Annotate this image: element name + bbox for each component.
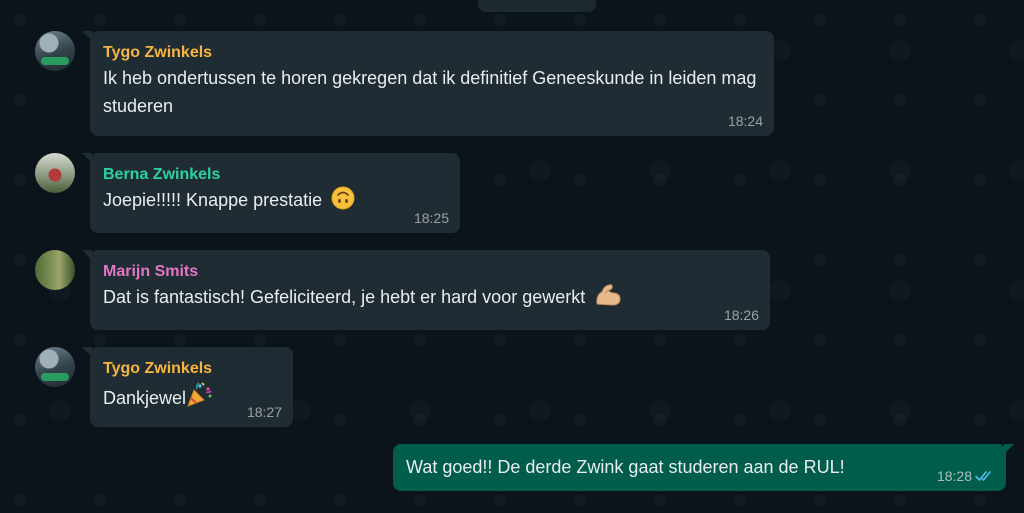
message-text: Joepie!!!!! Knappe prestatie [103, 190, 323, 210]
flexed-biceps-emoji [596, 284, 621, 306]
upside-down-face-emoji [331, 186, 355, 210]
tygo-avatar[interactable] [35, 347, 75, 387]
message-time: 18:28 [936, 468, 972, 484]
message-bubble[interactable]: Tygo Zwinkels Ik heb ondertussen te hore… [82, 31, 774, 136]
sender-name[interactable]: Marijn Smits [103, 261, 757, 283]
message-text: Dat is fantastisch! Gefeliciteerd, je he… [103, 287, 586, 307]
message-text: Ik heb ondertussen te horen gekregen dat… [103, 68, 757, 116]
message-time: 18:25 [413, 210, 449, 226]
sender-name[interactable]: Tygo Zwinkels [103, 358, 280, 380]
message-bubble[interactable]: Berna Zwinkels Joepie!!!!! Knappe presta… [82, 153, 460, 233]
message-bubble[interactable]: Tygo Zwinkels Dankjewel 18:27 [82, 347, 293, 427]
berna-avatar[interactable] [35, 153, 75, 193]
sender-name[interactable]: Berna Zwinkels [103, 164, 447, 186]
chat-pane[interactable]: Tygo Zwinkels Ik heb ondertussen te hore… [0, 0, 1024, 513]
message-time: 18:27 [246, 404, 282, 420]
outgoing-message-bubble[interactable]: Wat goed!! De derde Zwink gaat studeren … [393, 444, 1014, 491]
message-time: 18:26 [723, 307, 759, 323]
message-bubble[interactable]: Marijn Smits Dat is fantastisch! Gefelic… [82, 250, 770, 330]
tygo-avatar[interactable] [35, 31, 75, 71]
party-popper-emoji [187, 382, 212, 407]
previous-message-bubble[interactable] [478, 0, 596, 12]
message-text: Wat goed!! De derde Zwink gaat studeren … [406, 457, 845, 477]
message-text: Dankjewel [103, 388, 187, 408]
sender-name[interactable]: Tygo Zwinkels [103, 42, 761, 64]
message-text-row: Joepie!!!!! Knappe prestatie [103, 186, 447, 214]
marijn-avatar[interactable] [35, 250, 75, 290]
message-time: 18:24 [727, 113, 763, 129]
message-text-row: Dat is fantastisch! Gefeliciteerd, je he… [103, 283, 757, 311]
double-check-read-icon [975, 471, 991, 481]
